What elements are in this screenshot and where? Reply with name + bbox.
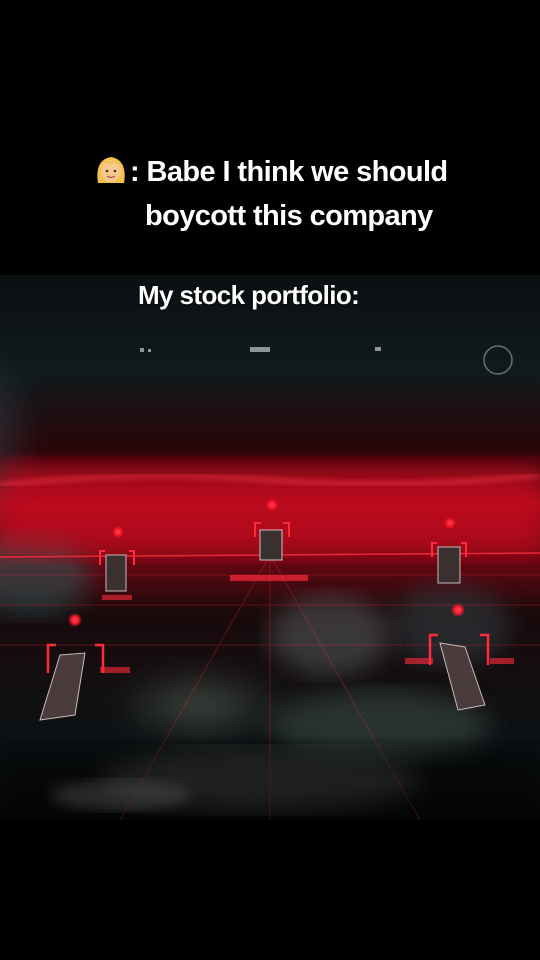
woman-blonde-hair-icon [94, 153, 128, 187]
caption-line-2: boycott this company [145, 200, 433, 232]
caption-line-1: : Babe I think we should [94, 153, 448, 189]
military-hud-scene [0, 275, 540, 821]
caption-line-3: My stock portfolio: [138, 280, 360, 310]
video-frame [0, 275, 540, 821]
caption-line-1-text: : Babe I think we should [130, 156, 448, 188]
